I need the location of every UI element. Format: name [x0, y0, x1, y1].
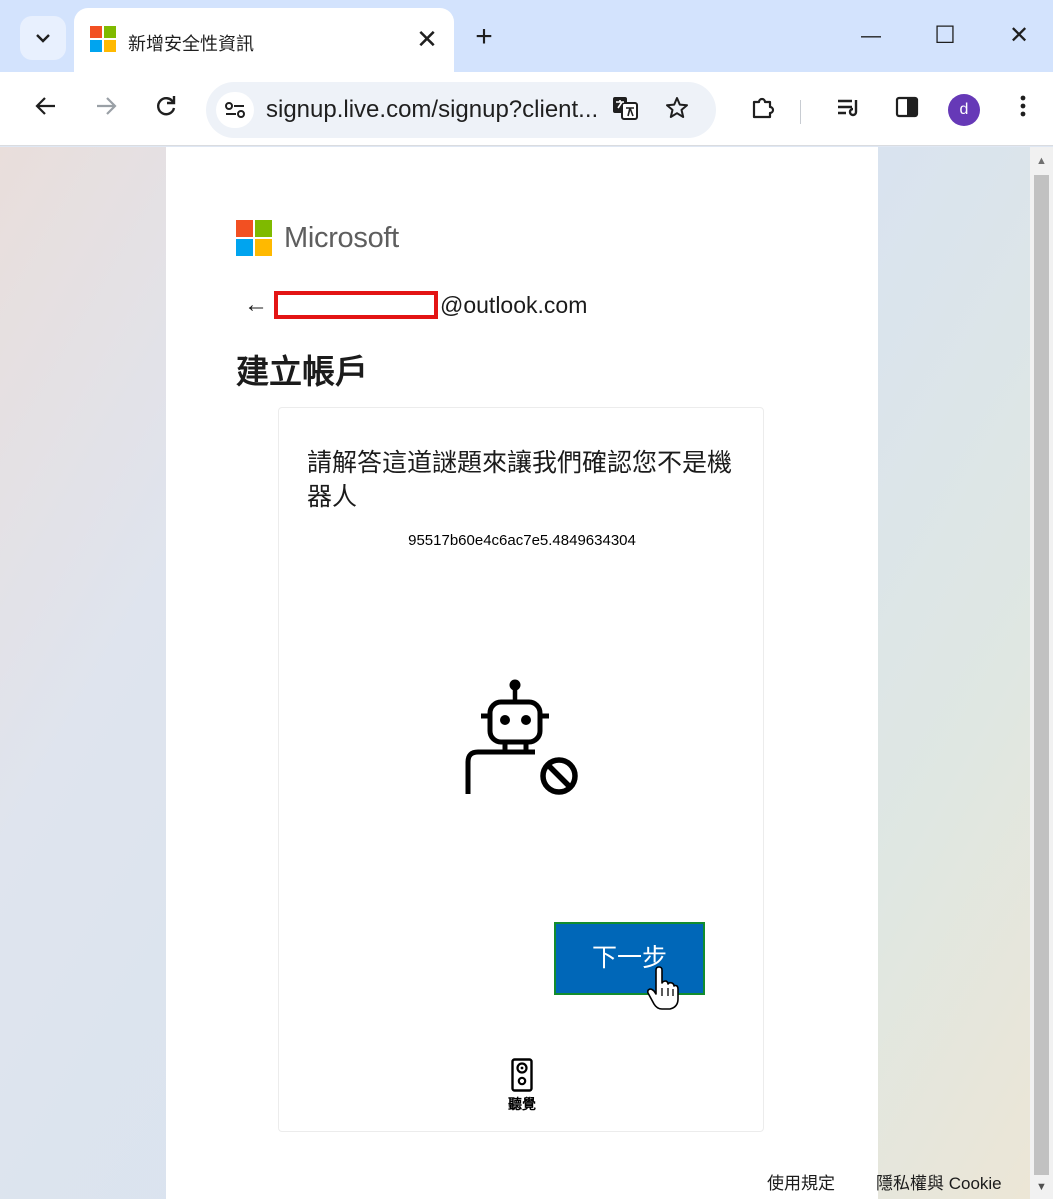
session-id: 95517b60e4c6ac7e5.4849634304 — [408, 532, 636, 549]
microsoft-logo-icon — [236, 220, 272, 256]
back-arrow-icon[interactable]: ← — [244, 291, 268, 319]
extensions-puzzle-icon[interactable] — [746, 94, 780, 128]
scroll-up-icon[interactable]: ▲ — [1036, 155, 1047, 167]
maximize-icon[interactable]: ☐ — [920, 16, 970, 56]
scroll-down-icon[interactable]: ▼ — [1036, 1181, 1047, 1193]
redacted-username — [274, 291, 438, 319]
privacy-cookie-link[interactable]: 隱私權與 Cookie — [876, 1169, 1002, 1194]
page-viewport: Microsoft ← @outlook.com 建立帳戶 請解答這道謎題來讓我… — [0, 147, 1030, 1199]
speaker-icon — [511, 1058, 533, 1092]
audio-label: 聽覺 — [508, 1096, 536, 1112]
toolbar-separator — [800, 100, 801, 124]
address-bar[interactable]: signup.live.com/signup?client... — [206, 82, 716, 138]
captcha-panel: 請解答這道謎題來讓我們確認您不是機器人 95517b60e4c6ac7e5.48… — [278, 407, 764, 1132]
reading-list-icon[interactable] — [832, 94, 866, 128]
active-tab[interactable]: 新增安全性資訊 ✕ — [74, 8, 454, 72]
brand-name: Microsoft — [284, 222, 399, 254]
next-button[interactable]: 下一步 — [554, 922, 705, 995]
side-panel-icon[interactable] — [890, 94, 924, 128]
terms-link[interactable]: 使用規定 — [767, 1169, 835, 1194]
scroll-thumb[interactable] — [1034, 175, 1049, 1175]
robot-blocked-icon — [465, 679, 578, 795]
signup-card: Microsoft ← @outlook.com 建立帳戶 請解答這道謎題來讓我… — [166, 147, 878, 1199]
tab-strip: 新增安全性資訊 ✕ + — ☐ ✕ — [0, 0, 1053, 72]
captcha-prompt: 請解答這道謎題來讓我們確認您不是機器人 — [307, 449, 733, 511]
microsoft-favicon-icon — [90, 26, 116, 52]
forward-icon[interactable] — [86, 90, 126, 130]
close-tab-icon[interactable]: ✕ — [412, 24, 442, 54]
audio-challenge-button[interactable]: 聽覺 — [497, 1058, 547, 1114]
page-scrollbar[interactable]: ▲ ▼ — [1030, 147, 1053, 1199]
translate-icon[interactable] — [610, 96, 640, 126]
email-suffix: @outlook.com — [440, 292, 588, 318]
tab-title: 新增安全性資訊 — [128, 34, 254, 54]
new-tab-button[interactable]: + — [466, 20, 502, 56]
url-text: signup.live.com/signup?client... — [266, 96, 599, 123]
tab-search-button[interactable] — [20, 16, 66, 60]
browser-toolbar: signup.live.com/signup?client... d — [0, 72, 1053, 146]
page-title: 建立帳戶 — [236, 353, 368, 390]
more-menu-icon[interactable] — [1006, 94, 1040, 128]
minimize-icon[interactable]: — — [846, 16, 896, 56]
bookmark-star-icon[interactable] — [662, 96, 692, 126]
hand-pointer-cursor-icon — [647, 966, 679, 1010]
site-info-icon[interactable] — [216, 92, 254, 128]
close-window-icon[interactable]: ✕ — [994, 16, 1044, 56]
chevron-down-icon — [36, 34, 50, 43]
back-icon[interactable] — [26, 90, 66, 130]
profile-avatar[interactable]: d — [948, 94, 980, 126]
reload-icon[interactable] — [146, 90, 186, 130]
